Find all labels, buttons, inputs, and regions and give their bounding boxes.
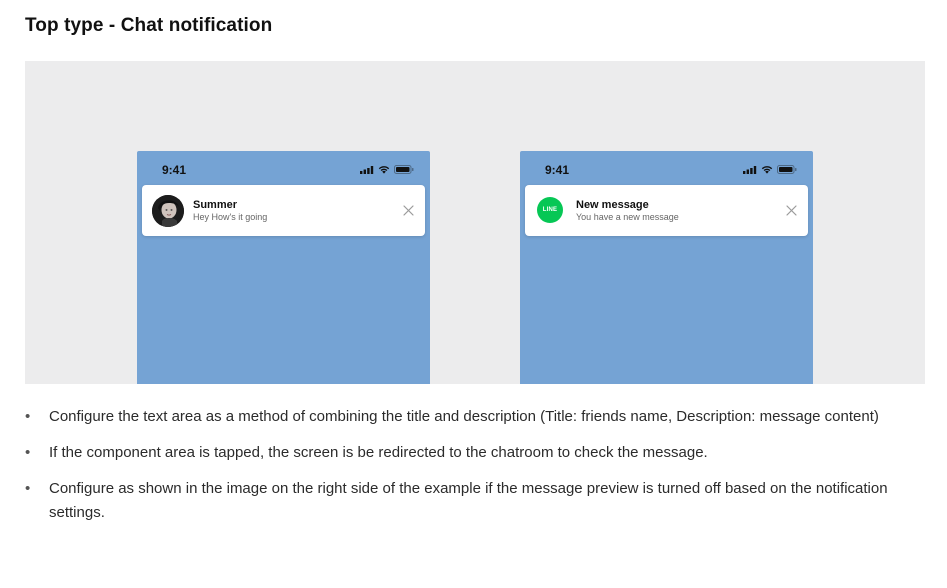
- phone-mockup-preview-off: 9:41 LINE New message You have a new mes…: [520, 151, 813, 384]
- profile-avatar-icon: [152, 195, 184, 227]
- bullet-point: •: [25, 480, 31, 497]
- list-item-text: If the component area is tapped, the scr…: [49, 444, 708, 461]
- chat-notification-card[interactable]: LINE New message You have a new message: [525, 185, 808, 236]
- notification-title: Summer: [193, 199, 238, 211]
- phone-mockup-friend-message: 9:41 Summer Hey How's it going: [137, 151, 430, 384]
- cellular-signal-icon: [360, 165, 374, 174]
- status-time: 9:41: [545, 163, 570, 177]
- page-title: Top type - Chat notification: [25, 15, 273, 36]
- notification-title: New message: [576, 199, 649, 211]
- status-time: 9:41: [162, 163, 187, 177]
- preview-area: 9:41 Summer Hey How's it going 9:41 LINE…: [25, 61, 925, 384]
- battery-icon: [394, 165, 414, 174]
- guideline-list: • Configure the text area as a method of…: [25, 405, 905, 537]
- notification-description: Hey How's it going: [193, 212, 268, 222]
- close-icon[interactable]: [786, 205, 797, 216]
- wifi-icon: [761, 166, 773, 174]
- status-icons: [360, 165, 414, 174]
- status-icons: [743, 165, 797, 174]
- line-logo-icon: LINE: [537, 197, 563, 223]
- wifi-icon: [378, 166, 390, 174]
- cellular-signal-icon: [743, 165, 757, 174]
- bullet-point: •: [25, 444, 31, 461]
- bullet-point: •: [25, 408, 31, 425]
- battery-icon: [777, 165, 797, 174]
- list-item-text: Configure the text area as a method of c…: [49, 408, 879, 425]
- list-item-text: Configure as shown in the image on the r…: [49, 480, 888, 521]
- line-logo-text: LINE: [542, 206, 558, 213]
- notification-description: You have a new message: [576, 212, 679, 222]
- close-icon[interactable]: [403, 205, 414, 216]
- list-item: • Configure as shown in the image on the…: [25, 477, 905, 525]
- status-bar: 9:41: [520, 151, 813, 185]
- list-item: • If the component area is tapped, the s…: [25, 441, 905, 465]
- avatar: [152, 195, 184, 227]
- list-item: • Configure the text area as a method of…: [25, 405, 905, 429]
- chat-notification-card[interactable]: Summer Hey How's it going: [142, 185, 425, 236]
- status-bar: 9:41: [137, 151, 430, 185]
